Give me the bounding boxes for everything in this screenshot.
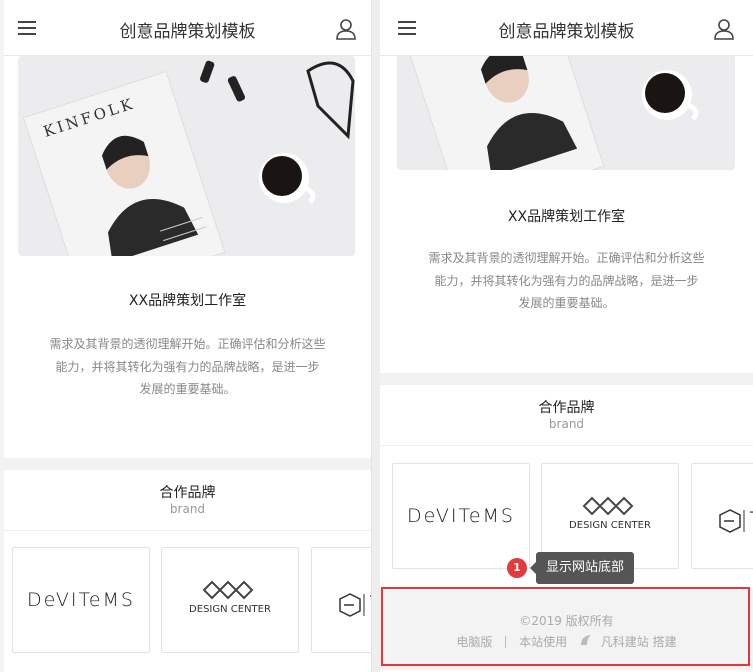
brand-title: 合作品牌 [538, 400, 595, 416]
phone-preview-left: 创意品牌策划模板 KINFOLK XX品牌策划工作室 需求及其背景的透彻理解开始 [4, 0, 372, 672]
design-center-mark-icon [202, 580, 254, 600]
brand-title: 合作品牌 [159, 485, 216, 501]
user-icon[interactable] [713, 18, 735, 40]
site-header: 创意品牌策划模板 [380, 0, 753, 56]
desc-line: 需求及其背景的透彻理解开始。正确评估和分析这些 [428, 251, 705, 265]
divider [380, 445, 753, 446]
footer-highlight-frame [381, 587, 750, 666]
design-center-logo: DESIGN CENTER [542, 494, 678, 531]
panel-gap [372, 0, 380, 672]
studio-name: XX品牌策划工作室 [128, 293, 247, 309]
design-center-text: DESIGN CENTER [569, 520, 651, 531]
brand-subtitle: brand [548, 417, 585, 431]
desc-line: 能力，并将其转化为强有力的品牌战略，是进一步 [55, 359, 320, 374]
desc-line: 发展的重要基础。 [139, 382, 236, 396]
show-footer-tooltip: 显示网站底部 [529, 552, 635, 584]
studio-description: 需求及其背景的透彻理解开始。正确评估和分析这些 能力，并将其转化为强有力的品牌战… [403, 247, 730, 315]
svg-text:T: T [369, 594, 372, 610]
design-center-logo: DESIGN CENTER [162, 578, 298, 615]
studio-description: 需求及其背景的透彻理解开始。正确评估和分析这些 能力，并将其转化为强有力的品牌战… [24, 333, 351, 401]
brand-card-third[interactable]: T [691, 463, 753, 569]
site-title: 创意品牌策划模板 [498, 22, 635, 42]
desc-line: 需求及其背景的透彻理解开始。正确评估和分析这些 [49, 337, 326, 351]
site-header: 创意品牌策划模板 [4, 0, 371, 56]
desc-line: 发展的重要基础。 [518, 296, 615, 310]
devitems-logo: DeVITeMS [27, 589, 135, 611]
third-brand-logo-icon: T [719, 509, 753, 533]
devitems-logo: DeVITeMS [407, 505, 515, 527]
svg-text:T: T [749, 510, 753, 526]
third-brand-logo-icon: T [339, 593, 372, 617]
divider [4, 530, 371, 531]
site-title: 创意品牌策划模板 [119, 22, 256, 42]
section-divider [380, 373, 753, 385]
design-center-text: DESIGN CENTER [189, 604, 271, 615]
user-icon[interactable] [335, 18, 357, 40]
brand-subtitle: brand [169, 502, 206, 516]
brand-card-design-center[interactable]: DESIGN CENTER [161, 547, 299, 653]
brand-card-devitems[interactable]: DeVITeMS [392, 463, 530, 569]
brand-card-third[interactable]: T [311, 547, 372, 653]
section-divider [4, 458, 371, 470]
hero-image: KINFOLK [18, 56, 355, 256]
step-badge: 1 [507, 558, 527, 578]
brand-card-devitems[interactable]: DeVITeMS [12, 547, 150, 653]
design-center-mark-icon [582, 496, 634, 516]
desc-line: 能力，并将其转化为强有力的品牌战略，是进一步 [434, 273, 699, 288]
studio-name: XX品牌策划工作室 [507, 209, 626, 225]
